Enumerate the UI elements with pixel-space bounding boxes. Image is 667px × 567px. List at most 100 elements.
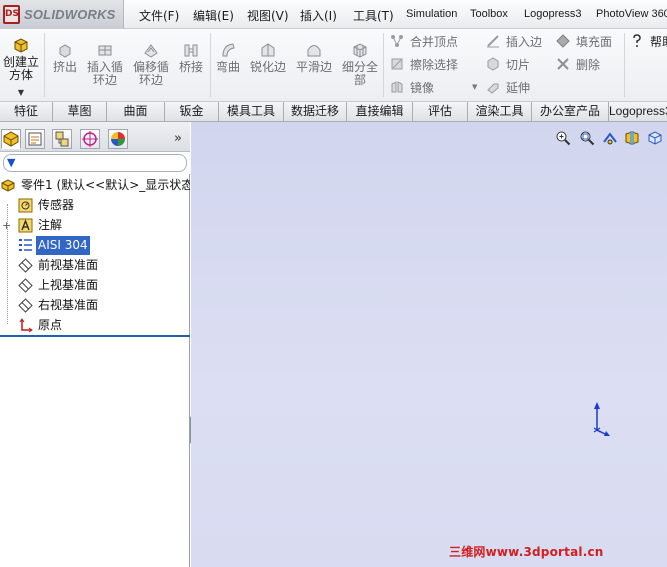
smooth-edge-label: 平滑边 <box>295 60 332 74</box>
material-icon <box>19 239 32 251</box>
subdivide-all-button[interactable]: 细分全部 <box>340 41 380 87</box>
menu-toolbox[interactable]: Toolbox <box>470 8 508 20</box>
menu-photoview[interactable]: PhotoView 360 <box>596 8 667 20</box>
featuremanager-tab[interactable] <box>1 129 21 149</box>
delete-button[interactable]: 删除 <box>556 56 600 74</box>
tab-data-migration[interactable]: 数据迁移 <box>284 102 347 122</box>
fill-face-button[interactable]: 填充面 <box>556 33 612 51</box>
menu-logopress3[interactable]: Logopress3 <box>524 8 582 20</box>
annotation-icon <box>18 218 33 233</box>
merge-vertices-button[interactable]: 合并顶点 <box>390 33 458 51</box>
coordinate-triad-icon <box>593 402 610 436</box>
tab-direct-editing[interactable]: 直接编辑 <box>347 102 413 122</box>
tab-render-tools[interactable]: 渲染工具 <box>468 102 532 122</box>
extend-button[interactable]: 延伸 <box>486 79 530 97</box>
ribbon-separator <box>210 33 211 97</box>
menu-edit[interactable]: 编辑(E) <box>193 7 234 24</box>
configurationmanager-tab[interactable] <box>52 129 72 149</box>
tab-evaluate[interactable]: 评估 <box>413 102 468 122</box>
part-icon <box>1 179 15 192</box>
smooth-edge-icon <box>307 45 321 57</box>
command-manager: 创建立方体 ▼ 挤出 插入循环边 偏移循环边 桥接 弯曲 锐化边 平滑边 细分全… <box>0 29 667 102</box>
merge-vertices-label: 合并顶点 <box>410 35 459 49</box>
displaymanager-tab[interactable] <box>108 129 128 149</box>
propertymanager-icon <box>28 132 42 146</box>
mirror-label: 镜像 <box>410 81 435 95</box>
extrude-icon <box>59 44 71 58</box>
menu-tools[interactable]: 工具(T) <box>353 7 394 24</box>
tab-sketch[interactable]: 草图 <box>53 102 107 122</box>
tree-item-label: 前视基准面 <box>38 258 99 272</box>
sharpen-edge-button[interactable]: 锐化边 <box>248 41 288 74</box>
tab-logopress3[interactable]: Logopress3 <box>609 102 667 122</box>
bridge-button[interactable]: 桥接 <box>176 41 206 74</box>
graphics-area[interactable]: 三维网www.3dportal.cn <box>191 122 667 567</box>
subdivide-all-icon <box>353 43 367 58</box>
featuremanager-icon <box>3 131 19 147</box>
feature-manager-panel: » ▼ 零件1 (默认<<默认>_显示状态 传感器 + 注解 AISI 304 … <box>0 122 190 567</box>
fill-face-label: 填充面 <box>576 35 613 49</box>
tab-sheet-metal[interactable]: 钣金 <box>165 102 219 122</box>
plane-icon <box>18 298 33 313</box>
extrude-label: 挤出 <box>52 60 77 74</box>
origin-icon <box>19 318 33 333</box>
filter-icon: ▼ <box>7 156 16 169</box>
delete-label: 删除 <box>576 58 601 72</box>
cut-label: 切片 <box>506 58 531 72</box>
view-orientation-icon[interactable] <box>647 130 663 146</box>
create-cube-button[interactable]: 创建立方体 ▼ <box>2 36 40 99</box>
section-view-icon[interactable] <box>624 130 640 146</box>
ds-logo-icon: DS <box>3 5 20 24</box>
erase-selection-icon <box>391 58 403 70</box>
help-label: 帮助 <box>650 35 667 49</box>
help-button[interactable]: 帮助 <box>630 33 667 51</box>
mirror-button[interactable]: 镜像 <box>390 79 434 97</box>
mirror-icon <box>391 81 403 93</box>
cut-button[interactable]: 切片 <box>486 56 530 74</box>
filter-bar: ▼ <box>0 152 190 174</box>
extrude-button[interactable]: 挤出 <box>50 41 80 74</box>
subdivide-all-label: 细分全部 <box>341 60 378 87</box>
ribbon-separator <box>383 33 384 97</box>
solidworks-logo[interactable]: DS SOLIDWORKS <box>0 0 124 29</box>
bridge-label: 桥接 <box>178 60 203 74</box>
insert-loop-edge-button[interactable]: 插入循环边 <box>84 41 126 87</box>
delete-icon <box>557 58 569 70</box>
sharpen-edge-icon <box>261 43 275 57</box>
zoom-to-fit-icon[interactable] <box>555 130 571 146</box>
zoom-to-area-icon[interactable] <box>579 130 595 146</box>
fill-face-icon <box>556 34 570 48</box>
bridge-icon <box>184 44 198 57</box>
tree-root-part[interactable]: 零件1 (默认<<默认>_显示状态 <box>1 176 190 195</box>
insert-edge-icon <box>487 35 499 48</box>
tab-features[interactable]: 特征 <box>0 102 53 122</box>
menu-bar: DS SOLIDWORKS 文件(F) 编辑(E) 视图(V) 插入(I) 工具… <box>0 0 667 29</box>
tab-mold-tools[interactable]: 模具工具 <box>219 102 284 122</box>
dimxpert-tab[interactable] <box>80 129 100 149</box>
menu-insert[interactable]: 插入(I) <box>300 7 337 24</box>
dropdown-arrow-icon[interactable]: ▼ <box>472 83 477 91</box>
smooth-edge-button[interactable]: 平滑边 <box>294 41 334 74</box>
dropdown-arrow-icon[interactable]: ▼ <box>2 86 40 99</box>
command-manager-tabs: 特征 草图 曲面 钣金 模具工具 数据迁移 直接编辑 评估 渲染工具 办公室产品… <box>0 102 667 122</box>
bend-button[interactable]: 弯曲 <box>213 41 243 74</box>
previous-view-icon[interactable] <box>602 130 618 146</box>
tree-item-label: 传感器 <box>38 198 75 212</box>
menu-simulation[interactable]: Simulation <box>406 8 457 20</box>
tab-office-products[interactable]: 办公室产品 <box>532 102 609 122</box>
expand-toggle-icon[interactable]: + <box>2 216 11 235</box>
tab-surfaces[interactable]: 曲面 <box>107 102 165 122</box>
erase-selection-button[interactable]: 擦除选择 <box>390 56 458 74</box>
insert-edge-button[interactable]: 插入边 <box>486 33 542 51</box>
propertymanager-tab[interactable] <box>25 129 45 149</box>
insert-loop-edge-icon <box>98 45 112 56</box>
bend-icon <box>222 43 235 57</box>
sensor-icon <box>18 198 33 213</box>
expand-panel-icon[interactable]: » <box>174 131 182 146</box>
tree-filter-input[interactable]: ▼ <box>3 154 187 172</box>
bend-label: 弯曲 <box>215 60 240 74</box>
menu-file[interactable]: 文件(F) <box>139 7 179 24</box>
tree-item-label: 上视基准面 <box>38 278 99 292</box>
offset-loop-edge-button[interactable]: 偏移循环边 <box>130 41 172 87</box>
menu-view[interactable]: 视图(V) <box>247 7 289 24</box>
